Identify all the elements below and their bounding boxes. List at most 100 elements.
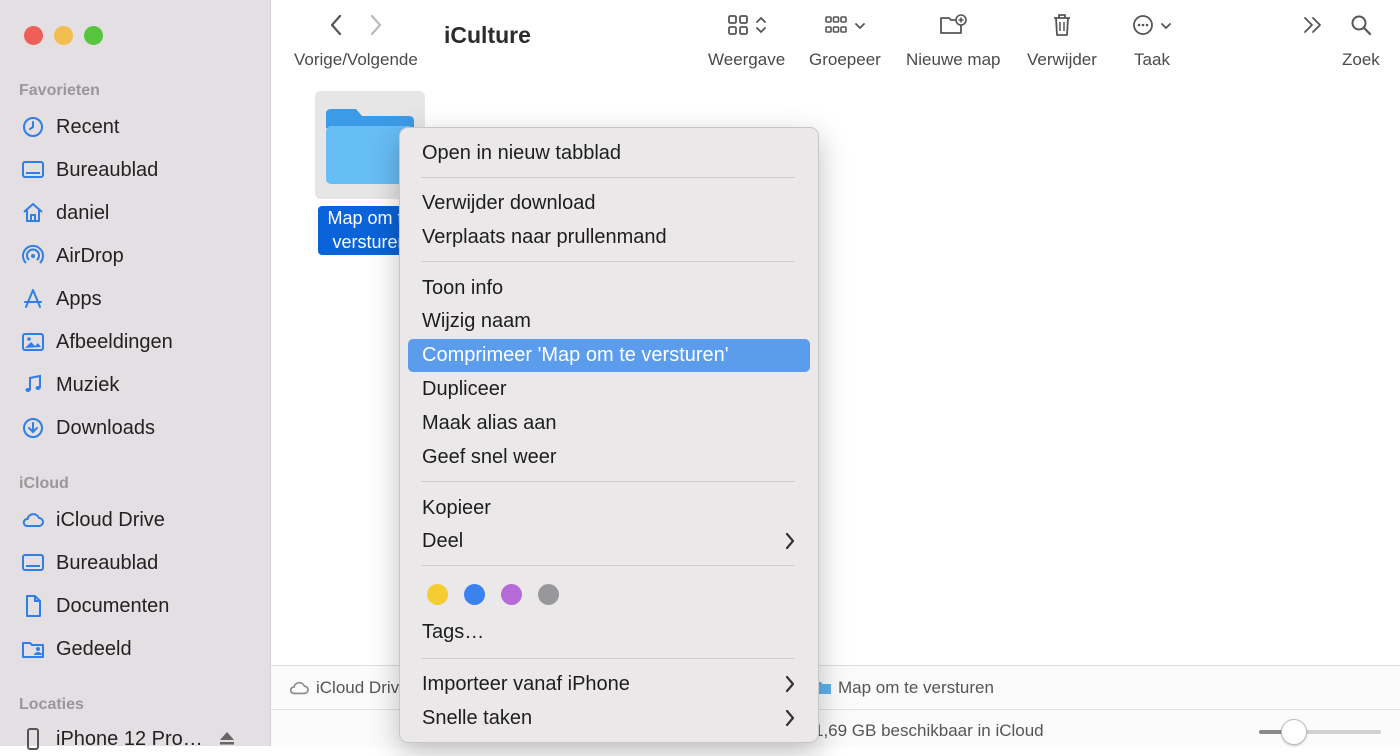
menu-item-label: Maak alias aan xyxy=(422,412,557,434)
updown-chevron-icon xyxy=(755,15,767,40)
eject-icon[interactable] xyxy=(218,730,236,751)
menu-item-duplicate[interactable]: Dupliceer xyxy=(408,373,810,406)
double-chevron-right-icon xyxy=(1302,15,1324,40)
sidebar-item-iphone[interactable]: iPhone 12 Pro… xyxy=(20,722,203,756)
nav-label: Vorige/Volgende xyxy=(294,50,418,69)
sidebar-item-label: Afbeeldingen xyxy=(56,330,173,353)
sidebar-item-documents[interactable]: Documenten xyxy=(20,589,169,623)
path-current[interactable]: Map om te versturen xyxy=(838,678,994,698)
minimize-window-button[interactable] xyxy=(54,26,73,45)
action-button[interactable]: Taak xyxy=(1132,10,1172,70)
search-button[interactable]: Zoek xyxy=(1342,10,1380,70)
menu-separator xyxy=(421,177,795,178)
status-text: 1,69 GB beschikbaar in iCloud xyxy=(814,721,1044,740)
menu-item-quick-look[interactable]: Geef snel weer xyxy=(408,441,810,474)
group-button[interactable]: Groepeer xyxy=(809,10,881,70)
menu-item-label: Dupliceer xyxy=(422,378,507,400)
menu-item-share[interactable]: Deel xyxy=(408,525,810,558)
menu-item-tags[interactable]: Tags… xyxy=(408,616,810,649)
menu-item-rename[interactable]: Wijzig naam xyxy=(408,305,810,338)
sidebar-item-label: Downloads xyxy=(56,416,155,439)
icon-size-slider-knob[interactable] xyxy=(1281,719,1307,745)
cloud-icon xyxy=(288,679,310,702)
menu-item-label: Wijzig naam xyxy=(422,310,531,332)
menu-item-label: Verwijder download xyxy=(422,192,596,214)
sidebar-item-label: Recent xyxy=(56,115,120,138)
sidebar-item-apps[interactable]: Apps xyxy=(20,282,102,316)
menu-item-label: Kopieer xyxy=(422,497,491,519)
document-icon xyxy=(20,593,46,619)
tag-yellow[interactable] xyxy=(427,584,448,605)
sidebar-item-icloud-drive[interactable]: iCloud Drive xyxy=(20,503,165,537)
menu-item-remove-download[interactable]: Verwijder download xyxy=(408,187,810,220)
group-icon xyxy=(824,14,848,41)
new-folder-label: Nieuwe map xyxy=(906,50,1001,69)
new-folder-button[interactable]: Nieuwe map xyxy=(906,10,1001,70)
sidebar-item-music[interactable]: Muziek xyxy=(20,368,119,402)
desktop-icon xyxy=(20,550,46,576)
back-icon[interactable] xyxy=(329,14,343,41)
menu-item-label: Geef snel weer xyxy=(422,446,557,468)
menu-item-get-info[interactable]: Toon info xyxy=(408,272,810,305)
sidebar-item-desktop[interactable]: Bureaublad xyxy=(20,153,158,187)
downloads-icon xyxy=(20,415,46,441)
apps-icon xyxy=(20,286,46,312)
grid-view-icon xyxy=(727,14,749,41)
shared-folder-icon xyxy=(20,636,46,662)
menu-item-label: Snelle taken xyxy=(422,707,533,729)
tag-purple[interactable] xyxy=(501,584,522,605)
menu-item-open-new-tab[interactable]: Open in nieuw tabblad xyxy=(408,137,810,170)
sidebar-section-locations: Locaties xyxy=(19,696,84,713)
menu-item-compress[interactable]: Comprimeer 'Map om te versturen' xyxy=(408,339,810,372)
menu-separator xyxy=(421,261,795,262)
chevron-down-icon xyxy=(854,18,866,36)
chevron-right-icon xyxy=(784,674,796,700)
menu-item-move-to-trash[interactable]: Verplaats naar prullenmand xyxy=(408,221,810,254)
sidebar-section-icloud: iCloud xyxy=(19,475,69,492)
sidebar-item-label: Bureaublad xyxy=(56,158,159,181)
sidebar-item-recent[interactable]: Recent xyxy=(20,110,119,144)
menu-item-quick-actions[interactable]: Snelle taken xyxy=(408,702,810,735)
menu-item-label: Toon info xyxy=(422,277,504,299)
sidebar-item-airdrop[interactable]: AirDrop xyxy=(20,239,124,273)
sidebar-item-home[interactable]: daniel xyxy=(20,196,109,230)
chevron-right-icon xyxy=(784,531,796,557)
delete-button[interactable]: Verwijder xyxy=(1027,10,1097,70)
view-button[interactable]: Weergave xyxy=(708,10,785,70)
zoom-window-button[interactable] xyxy=(84,26,103,45)
music-icon xyxy=(20,372,46,398)
sidebar-item-downloads[interactable]: Downloads xyxy=(20,411,155,445)
menu-item-label: Tags… xyxy=(422,621,485,643)
search-label: Zoek xyxy=(1342,50,1380,69)
menu-separator xyxy=(421,565,795,566)
desktop-icon xyxy=(20,157,46,183)
sidebar-item-pictures[interactable]: Afbeeldingen xyxy=(20,325,173,359)
menu-item-copy[interactable]: Kopieer xyxy=(408,492,810,525)
close-window-button[interactable] xyxy=(24,26,43,45)
sidebar-item-label: iCloud Drive xyxy=(56,508,165,531)
trash-icon xyxy=(1052,13,1072,42)
clock-icon xyxy=(20,114,46,140)
sidebar-item-icloud-desktop[interactable]: Bureaublad xyxy=(20,546,158,580)
tag-blue[interactable] xyxy=(464,584,485,605)
photos-icon xyxy=(20,329,46,355)
menu-item-label: Deel xyxy=(422,530,464,552)
toolbar-overflow-button[interactable] xyxy=(1302,10,1324,44)
forward-icon[interactable] xyxy=(369,14,383,41)
sidebar-item-label: Muziek xyxy=(56,373,120,396)
action-label: Taak xyxy=(1134,50,1170,69)
home-icon xyxy=(20,200,46,226)
search-icon xyxy=(1350,14,1372,41)
menu-item-make-alias[interactable]: Maak alias aan xyxy=(408,407,810,440)
sidebar-item-label: Gedeeld xyxy=(56,637,132,660)
path-root[interactable]: iCloud Drive xyxy=(316,678,409,698)
menu-item-label: Comprimeer 'Map om te versturen' xyxy=(422,344,729,366)
tag-gray[interactable] xyxy=(538,584,559,605)
sidebar-item-label: AirDrop xyxy=(56,244,124,267)
sidebar-item-shared[interactable]: Gedeeld xyxy=(20,632,132,666)
menu-item-label: Open in nieuw tabblad xyxy=(422,142,622,164)
cloud-icon xyxy=(20,507,46,533)
ellipsis-circle-icon xyxy=(1132,14,1154,41)
sidebar-item-label: daniel xyxy=(56,201,110,224)
menu-item-import-from-iphone[interactable]: Importeer vanaf iPhone xyxy=(408,668,810,701)
